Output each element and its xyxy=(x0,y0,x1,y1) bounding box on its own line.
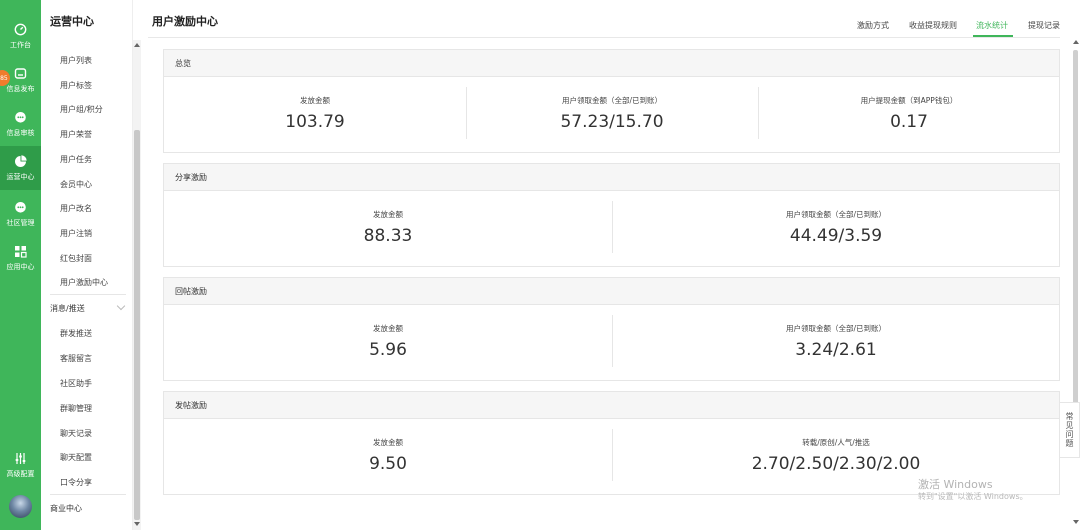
stat-value: 3.24/2.61 xyxy=(795,340,877,360)
tab-flow-statistics[interactable]: 流水统计 xyxy=(976,20,1008,31)
stat-issued: 发放金额 9.50 xyxy=(164,419,612,494)
card-body: 发放金额 5.96 用户领取金额（全部/已到账） 3.24/2.61 xyxy=(164,305,1059,380)
card-title: 回帖激励 xyxy=(164,278,1059,305)
menu-scrollbar[interactable] xyxy=(133,40,141,530)
stat-label: 发放金额 xyxy=(373,324,403,333)
header-divider xyxy=(148,37,1060,38)
stat-value: 57.23/15.70 xyxy=(560,112,664,132)
rail-label: 高级配置 xyxy=(6,469,35,478)
stat-value: 88.33 xyxy=(363,226,413,246)
rail-label: 运营中心 xyxy=(6,172,35,181)
stat-claimed: 用户领取金额（全部/已到账） 3.24/2.61 xyxy=(612,305,1060,380)
scroll-down-icon[interactable] xyxy=(1073,520,1079,524)
rail-item-operations[interactable]: 运营中心 xyxy=(0,146,41,190)
publish-icon xyxy=(14,67,28,81)
tab-withdrawal-rules[interactable]: 收益提现规则 xyxy=(909,20,957,31)
stat-label: 用户提现金额（到APP钱包） xyxy=(860,96,958,105)
menu-group-messages[interactable]: 消息/推送 xyxy=(50,303,85,314)
scroll-down-icon[interactable] xyxy=(134,522,140,526)
scroll-up-icon[interactable] xyxy=(134,43,140,47)
rail-label: 应用中心 xyxy=(6,262,35,271)
share-incentive-card: 分享激励 发放金额 88.33 用户领取金额（全部/已到账） 44.49/3.5… xyxy=(163,163,1060,267)
community-icon xyxy=(14,201,28,215)
page-scroll-thumb[interactable] xyxy=(1073,50,1078,432)
scroll-up-icon[interactable] xyxy=(1073,40,1079,44)
menu-group-business[interactable]: 商业中心 xyxy=(50,503,82,514)
stat-claimed: 用户领取金额（全部/已到账） 44.49/3.59 xyxy=(612,191,1060,266)
stat-label: 用户领取金额（全部/已到账） xyxy=(785,210,887,219)
menu-item-broadcast[interactable]: 群发推送 xyxy=(60,328,92,339)
card-body: 发放金额 88.33 用户领取金额（全部/已到账） 44.49/3.59 xyxy=(164,191,1059,266)
tab-incentive-methods[interactable]: 激励方式 xyxy=(857,20,889,31)
stat-withdrawn: 用户提现金额（到APP钱包） 0.17 xyxy=(758,77,1060,152)
activation-watermark-hint: 转到"设置"以激活 Windows。 xyxy=(918,492,1028,501)
card-title: 发帖激励 xyxy=(164,392,1059,419)
stat-label: 用户领取金额（全部/已到账） xyxy=(561,96,663,105)
menu-item-user-list[interactable]: 用户列表 xyxy=(60,55,92,66)
rail-item-apps[interactable]: 应用中心 xyxy=(0,236,41,280)
stat-value: 5.96 xyxy=(369,340,407,360)
menu-item-group-chat[interactable]: 群聊管理 xyxy=(60,403,92,414)
stat-claimed: 用户领取金额（全部/已到账） 57.23/15.70 xyxy=(466,77,758,152)
stat-label: 发放金额 xyxy=(373,438,403,447)
stat-label: 发放金额 xyxy=(300,96,330,105)
rail-item-review[interactable]: 信息审核 xyxy=(0,102,41,146)
menu-item-service-messages[interactable]: 客服留言 xyxy=(60,353,92,364)
rail-label: 社区管理 xyxy=(6,218,35,227)
tab-bar: 激励方式 收益提现规则 流水统计 提现记录 xyxy=(0,20,1080,38)
avatar[interactable] xyxy=(9,495,32,518)
menu-item-red-packet-cover[interactable]: 红包封面 xyxy=(60,253,92,264)
secondary-menu: 运营中心 用户列表 用户标签 用户组/积分 用户荣誉 用户任务 会员中心 用户改… xyxy=(41,0,133,530)
faq-button[interactable]: 常见问题 xyxy=(1059,402,1080,458)
menu-item-user-tasks[interactable]: 用户任务 xyxy=(60,154,92,165)
rail-item-community[interactable]: 社区管理 xyxy=(0,192,41,236)
menu-item-chat-records[interactable]: 聊天记录 xyxy=(60,428,92,439)
stat-value: 2.70/2.50/2.30/2.00 xyxy=(751,454,921,474)
rail-label: 信息发布 xyxy=(6,84,35,93)
menu-item-user-tags[interactable]: 用户标签 xyxy=(60,80,92,91)
overview-card: 总览 发放金额 103.79 用户领取金额（全部/已到账） 57.23/15.7… xyxy=(163,49,1060,153)
stat-label: 发放金额 xyxy=(373,210,403,219)
reply-incentive-card: 回帖激励 发放金额 5.96 用户领取金额（全部/已到账） 3.24/2.61 xyxy=(163,277,1060,381)
menu-item-deregister[interactable]: 用户注销 xyxy=(60,228,92,239)
icon-rail: 工作台 信息发布 685 信息审核 运营中心 社区管理 应用中心 高级配 xyxy=(0,0,41,530)
stat-value: 9.50 xyxy=(369,454,407,474)
stat-value: 103.79 xyxy=(285,112,345,132)
menu-item-incentive-center[interactable]: 用户激励中心 xyxy=(60,277,108,288)
menu-item-membership[interactable]: 会员中心 xyxy=(60,179,92,190)
menu-item-code-share[interactable]: 口令分享 xyxy=(60,477,92,488)
menu-item-community-assistant[interactable]: 社区助手 xyxy=(60,378,92,389)
card-body: 发放金额 103.79 用户领取金额（全部/已到账） 57.23/15.70 用… xyxy=(164,77,1059,152)
card-title: 分享激励 xyxy=(164,164,1059,191)
stat-issued: 发放金额 88.33 xyxy=(164,191,612,266)
stat-label: 用户领取金额（全部/已到账） xyxy=(785,324,887,333)
stat-value: 44.49/3.59 xyxy=(789,226,883,246)
menu-divider xyxy=(50,294,126,295)
menu-item-user-honors[interactable]: 用户荣誉 xyxy=(60,129,92,140)
stat-issued: 发放金额 103.79 xyxy=(164,77,466,152)
activation-watermark-title: 激活 Windows xyxy=(918,478,993,491)
stat-value: 0.17 xyxy=(890,112,928,132)
menu-item-chat-settings[interactable]: 聊天配置 xyxy=(60,452,92,463)
rail-label: 工作台 xyxy=(10,40,31,49)
rail-item-advanced[interactable]: 高级配置 xyxy=(0,443,41,487)
chat-review-icon xyxy=(14,111,28,125)
rail-label: 信息审核 xyxy=(6,128,35,137)
menu-item-rename[interactable]: 用户改名 xyxy=(60,203,92,214)
tab-withdrawal-records[interactable]: 提现记录 xyxy=(1028,20,1060,31)
apps-grid-icon xyxy=(14,245,28,259)
pie-chart-icon xyxy=(14,155,28,169)
stat-label: 转载/原创/人气/推选 xyxy=(802,438,870,447)
card-title: 总览 xyxy=(164,50,1059,77)
chevron-down-icon[interactable] xyxy=(116,301,126,311)
stat-issued: 发放金额 5.96 xyxy=(164,305,612,380)
menu-scroll-thumb[interactable] xyxy=(134,130,140,520)
menu-divider xyxy=(50,494,126,495)
sliders-icon xyxy=(14,452,28,466)
menu-item-user-groups[interactable]: 用户组/积分 xyxy=(60,104,103,115)
